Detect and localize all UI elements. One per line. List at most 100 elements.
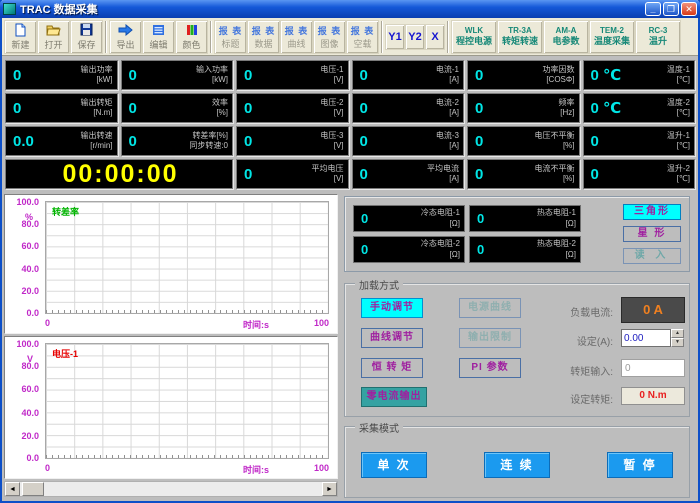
torque-input-label: 转矩输入: [551,363,613,378]
meter-average-current: 0平均电流[A] [352,159,465,189]
meter-output-torque: 0输出转矩[N.m] [5,93,118,123]
report-data-button[interactable]: 报 表 数据 [247,20,280,54]
meter-value: 0 [360,166,368,183]
scrollbar-thumb[interactable] [22,482,44,496]
meter-label: 输出转矩[N.m] [81,98,113,119]
single-capture-button[interactable]: 单 次 [361,452,427,478]
tr3a-torque-speed-button[interactable]: TR-3A 转矩转速 [497,20,543,54]
report-curve-button[interactable]: 报 表 曲线 [280,20,313,54]
meter-value: 0 [244,67,252,84]
meter-hot-resistance-2: 0热态电阻-2[Ω] [469,236,581,263]
open-folder-icon [46,22,61,37]
meter-value: 0 [244,133,252,150]
meter-label: 电压-1[V] [320,65,343,86]
ama-electric-params-button[interactable]: AM-A 电参数 [543,20,589,54]
edit-button[interactable]: 编辑 [142,20,175,54]
save-disk-icon [80,22,93,37]
torque-input-field[interactable] [621,359,685,377]
edit-list-icon [152,22,165,37]
curve-adjust-button[interactable]: 曲线调节 [361,328,423,348]
close-button[interactable]: ✕ [681,2,697,16]
save-button[interactable]: 保存 [70,20,103,54]
continuous-capture-button[interactable]: 连 续 [484,452,550,478]
manual-adjust-button[interactable]: 手动调节 [361,298,423,318]
meter-label: 温度-2[℃] [667,98,690,119]
meter-output-power: 0 输出功率[kW] [5,60,118,90]
meter-temp-rise-1: 0温升-1[℃] [583,126,696,156]
meter-value: 0 [129,133,137,150]
minor-ticks [46,455,328,458]
meter-label: 输出功率[kW] [81,65,113,86]
meter-value: 0 [591,133,599,150]
chart-column: 100.0 % 80.0 60.0 40.0 20.0 0.0 转差率 0 [4,194,338,498]
set-current-spinner[interactable]: ▲ ▼ [621,329,685,347]
export-button[interactable]: 导出 [109,20,142,54]
control-panel: 0冷态电阻-1[Ω] 0热态电阻-1[Ω] 0冷态电阻-2[Ω] 0热态电阻-2… [340,194,696,498]
meter-average-voltage: 0平均电压[V] [236,159,349,189]
plot-area: 转差率 [45,201,329,314]
report-title-button[interactable]: 报 表 标题 [214,20,247,54]
new-button[interactable]: 新建 [4,20,37,54]
meter-slip-rate: 0 转差率[%]同步转速:0 [121,126,234,156]
set-torque-label: 设定转矩: [551,391,613,406]
toolbar-separator [105,21,107,53]
report-image-button[interactable]: 报 表 图像 [313,20,346,54]
export-arrow-icon [118,22,133,37]
zero-current-output-button[interactable]: 零电流输出 [361,387,427,407]
x-axis: 0 时间:s 100 [45,463,329,475]
horizontal-scrollbar[interactable]: ◄ ► [4,481,338,497]
pause-capture-button[interactable]: 暂 停 [607,452,673,478]
color-button[interactable]: 颜色 [175,20,208,54]
y2-axis-button[interactable]: Y2 [405,24,425,50]
report-noload-button[interactable]: 报 表 空载 [346,20,379,54]
meter-temp-rise-2: 0温升-2[℃] [583,159,696,189]
color-bars-icon [186,22,198,37]
meter-label: 电压-2[V] [320,98,343,119]
meter-value: 0 [360,100,368,117]
constant-torque-button[interactable]: 恒 转 矩 [361,358,423,378]
app-icon [3,3,16,15]
scroll-right-arrow-icon[interactable]: ► [322,482,337,496]
meter-value: 0 [13,67,21,84]
tem2-temperature-button[interactable]: TEM-2 温度采集 [589,20,635,54]
star-connection-button[interactable]: 星 形 [623,226,681,242]
meter-temperature-1: 0 ℃温度-1[℃] [583,60,696,90]
voltage-chart: 100.0 V 80.0 60.0 40.0 20.0 0.0 电压-1 0 [4,336,338,479]
meter-value: 0 [129,100,137,117]
meter-label: 电流-1[A] [436,65,459,86]
spin-up-icon[interactable]: ▲ [671,329,684,338]
meter-label: 电压-3[V] [320,131,343,152]
meter-label: 输入功率[kW] [196,65,228,86]
meter-current-2: 0电流-2[A] [352,93,465,123]
read-in-button[interactable]: 读 入 [623,248,681,264]
y1-axis-button[interactable]: Y1 [385,24,405,50]
meter-label: 转差率[%]同步转速:0 [189,131,228,152]
meter-value: 0 [360,133,368,150]
pi-params-button[interactable]: PI 参数 [459,358,521,378]
window-title: TRAC 数据采集 [20,1,643,17]
scroll-left-arrow-icon[interactable]: ◄ [5,482,20,496]
x-axis-button[interactable]: X [425,24,445,50]
maximize-button[interactable]: ❐ [663,2,679,16]
meter-output-speed: 0.0输出转速[r/min] [5,126,118,156]
wlk-power-button[interactable]: WLK 程控电源 [451,20,497,54]
minimize-button[interactable]: _ [645,2,661,16]
set-current-label: 设定(A): [551,333,613,348]
meter-current-unbalance: 0电流不平衡[%] [467,159,580,189]
spin-down-icon[interactable]: ▼ [671,338,684,347]
set-current-input[interactable] [621,329,671,347]
meter-power-factor: 0功率因数[COSΦ] [467,60,580,90]
delta-connection-button[interactable]: 三角形 [623,204,681,220]
meter-value: 0.0 [13,133,34,150]
output-limit-button[interactable]: 输出限制 [459,328,521,348]
power-curve-button[interactable]: 电源曲线 [459,298,521,318]
toolbar-separator [210,21,212,53]
title-bar[interactable]: TRAC 数据采集 _ ❐ ✕ [0,0,700,18]
rc3-temp-rise-button[interactable]: RC-3 温升 [635,20,681,54]
x-axis-label: 时间:s [243,463,269,476]
meter-cold-resistance-1: 0冷态电阻-1[Ω] [353,205,465,232]
meter-hot-resistance-1: 0热态电阻-1[Ω] [469,205,581,232]
meter-label: 平均电压[V] [312,164,344,185]
open-button[interactable]: 打开 [37,20,70,54]
meter-current-3: 0电流-3[A] [352,126,465,156]
